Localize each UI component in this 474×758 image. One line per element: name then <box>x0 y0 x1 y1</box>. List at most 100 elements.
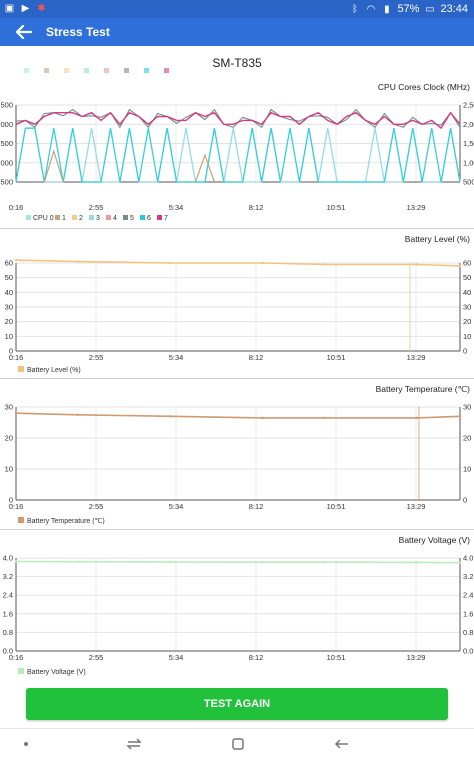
data-point <box>168 261 172 265</box>
data-point <box>168 415 172 418</box>
y-tick-label: 1.6 <box>3 609 13 618</box>
x-tick-label: 2:55 <box>89 502 104 511</box>
data-point <box>14 258 18 262</box>
y-tick-label-right: 30 <box>463 303 471 312</box>
data-point <box>415 561 419 564</box>
data-point <box>323 263 326 266</box>
bluetooth-icon: ᛒ <box>351 3 358 15</box>
navigation-bar <box>0 728 474 758</box>
legend-swatch-faded <box>124 68 129 73</box>
legend-swatch <box>157 215 162 220</box>
status-bar: ▣ ▶ ✱ ᛒ ◠ ▮ 57% ▭ 23:44 <box>0 0 474 18</box>
legend-label: 7 <box>164 215 168 222</box>
data-point <box>76 413 79 416</box>
legend-swatch <box>18 366 24 372</box>
legend-label: 3 <box>96 215 100 222</box>
x-tick-label: 10:51 <box>327 653 346 662</box>
page-title: Stress Test <box>46 25 110 39</box>
legend-swatch <box>18 517 24 523</box>
back-nav-icon[interactable] <box>330 735 354 753</box>
legend-label: Battery Voltage (V) <box>27 669 86 676</box>
arrow-left-icon <box>15 24 33 40</box>
legend-swatch-faded <box>44 68 49 73</box>
battery-percent: 57% <box>397 3 420 15</box>
x-tick-label: 0:16 <box>9 353 24 362</box>
legend-swatch-faded <box>24 68 29 73</box>
x-tick-label: 0:16 <box>9 653 24 662</box>
data-point <box>415 416 419 420</box>
battery-level-chart-svg: Battery Level (%)0 010 1020 2030 3040 4050 506… <box>5 234 472 374</box>
y-tick-label: 60 <box>5 259 13 268</box>
battery-icon: ▭ <box>425 3 435 15</box>
x-tick-label: 0:16 <box>9 502 24 511</box>
legend-label: 5 <box>130 215 134 222</box>
cast-icon: ▶ <box>21 3 30 14</box>
battery-voltage-chart: Battery Voltage (V) 0.0 0.0 0.8 0.8 1.6 1.6 2.4… <box>0 530 474 680</box>
y-tick-label-right: 50 <box>463 273 471 282</box>
legend-swatch <box>140 215 145 220</box>
x-tick-label: 5:34 <box>169 203 184 212</box>
y-tick-label: 1,500 <box>0 139 13 148</box>
y-tick-label: 2,500 <box>0 101 13 110</box>
x-tick-label: 13:29 <box>407 353 426 362</box>
legend-label: Battery Level (%) <box>27 367 81 374</box>
wifi-icon: ◠ <box>366 3 376 15</box>
y-tick-label-right: 30 <box>463 403 471 412</box>
cpu-clock-chart-svg: CPU Cores Clock (MHz) 500 500 1,000 1,000 1,5… <box>0 68 474 222</box>
test-again-button[interactable]: TEST AGAIN <box>26 688 448 720</box>
y-tick-label: 500 <box>0 178 13 187</box>
legend-swatch-faded <box>164 68 169 73</box>
series-line-cpu-3 <box>15 127 461 183</box>
x-tick-label: 10:51 <box>327 203 346 212</box>
y-tick-label-right: 60 <box>463 259 471 268</box>
legend-swatch <box>123 215 128 220</box>
home-icon[interactable] <box>226 735 250 753</box>
legend-swatch <box>26 215 31 220</box>
bug-icon: ✱ <box>37 3 46 14</box>
x-tick-label: 5:34 <box>169 653 184 662</box>
data-point <box>323 416 326 420</box>
data-point <box>14 560 18 563</box>
y-tick-label: 2,000 <box>0 120 13 129</box>
chart-title: Battery Voltage (V) <box>399 535 471 545</box>
y-tick-label: 40 <box>5 288 13 297</box>
battery-temperature-chart-svg: Battery Temperature (℃)0 010 1020 2030 300:1… <box>5 384 472 525</box>
data-point <box>415 263 419 266</box>
y-tick-label: 1,000 <box>0 158 13 167</box>
data-point <box>76 260 79 263</box>
y-tick-label-right: 0 <box>463 347 467 356</box>
x-tick-label: 13:29 <box>407 653 426 662</box>
x-tick-label: 13:29 <box>407 502 426 511</box>
legend-swatch-faded <box>144 68 149 73</box>
legend-swatch <box>106 215 111 220</box>
series-line <box>15 560 461 564</box>
x-tick-label: 8:12 <box>249 502 264 511</box>
y-tick-label-right: 1,000 <box>463 158 474 167</box>
back-button[interactable] <box>12 21 36 43</box>
series-line-cpu-1 <box>194 153 215 183</box>
recent-dot-icon[interactable] <box>14 735 38 753</box>
y-tick-label-right: 3.2 <box>463 572 473 581</box>
y-tick-label-right: 0 <box>463 496 467 505</box>
battery-temperature-chart: Battery Temperature (℃) 0 0 10 10 20 20 30 30 0:1… <box>0 379 474 529</box>
y-tick-label-right: 1.6 <box>463 609 473 618</box>
y-tick-label: 30 <box>5 303 13 312</box>
chart-title: Battery Level (%) <box>405 234 470 244</box>
data-point <box>168 560 172 564</box>
x-tick-label: 8:12 <box>249 353 264 362</box>
battery-voltage-chart-svg: Battery Voltage (V)0.0 0.00.8 0.81.6 1.62.4… <box>3 535 474 676</box>
y-tick-label-right: 0.0 <box>463 647 473 656</box>
y-tick-label: 10 <box>5 465 13 474</box>
legend-label: 4 <box>113 215 117 222</box>
legend-label: 6 <box>147 215 151 222</box>
app-bar: Stress Test <box>0 18 474 46</box>
y-tick-label-right: 4.0 <box>463 554 473 563</box>
data-point <box>14 412 18 415</box>
y-tick-label-right: 2,000 <box>463 120 474 129</box>
recents-icon[interactable] <box>122 735 146 753</box>
x-tick-label: 0:16 <box>9 203 24 212</box>
data-point <box>458 264 462 268</box>
x-tick-label: 5:34 <box>169 502 184 511</box>
image-notification-icon: ▣ <box>4 3 15 14</box>
legend-swatch <box>55 215 60 220</box>
